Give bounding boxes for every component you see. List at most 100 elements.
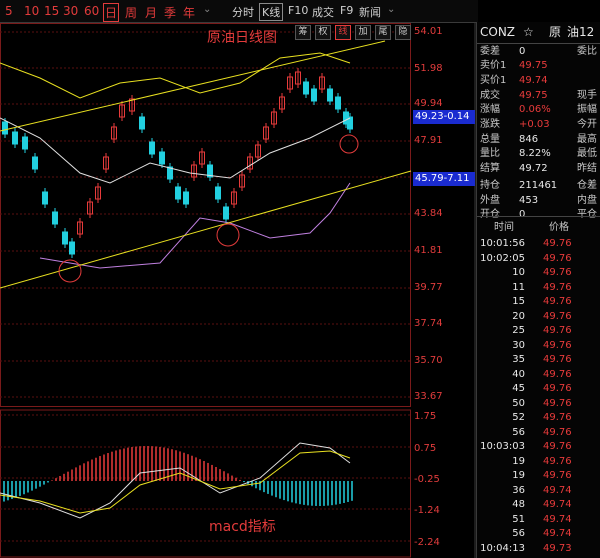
- candle-body: [52, 211, 58, 225]
- trade-price: 49.76: [543, 267, 572, 278]
- candle-body: [183, 191, 189, 205]
- candle-body: [303, 81, 309, 95]
- trade-time: 56: [512, 426, 525, 438]
- trade-time: 30: [512, 339, 525, 351]
- candle-body: [149, 141, 155, 155]
- intraday-button[interactable]: 分时: [232, 4, 254, 20]
- star-icon[interactable]: ☆: [523, 25, 534, 39]
- tool-hide-button[interactable]: 隐: [395, 25, 411, 40]
- candle-body: [2, 121, 8, 135]
- quote-value: 49.74: [519, 75, 548, 86]
- period-season[interactable]: 季: [164, 4, 176, 21]
- quote-row: 结算 49.72 昨结: [477, 162, 600, 176]
- period-30min[interactable]: 30: [63, 4, 78, 18]
- tool-add-button[interactable]: 加: [355, 25, 371, 40]
- quote-label: 量比: [480, 148, 500, 159]
- trade-row: 11 49.76: [477, 281, 600, 295]
- quote-row: 持仓 211461 仓差: [477, 179, 600, 193]
- macd-tick: -1.24: [414, 505, 440, 516]
- symbol-contract: 油12: [567, 25, 595, 39]
- period-60min[interactable]: 60: [84, 4, 99, 18]
- quote-label: 涨幅: [480, 104, 500, 115]
- trade-row: 15 49.76: [477, 295, 600, 309]
- trade-price: 49.76: [543, 310, 572, 322]
- news-button[interactable]: 新闻: [359, 4, 381, 20]
- trade-row: 10:02:05 49.76: [477, 252, 600, 266]
- trade-price: 49.76: [543, 238, 572, 249]
- trade-time: 25: [512, 325, 525, 336]
- quote-label: 外盘: [480, 195, 500, 206]
- f10-button[interactable]: F10: [288, 4, 308, 17]
- candle-body: [62, 231, 68, 245]
- price-pane-frame: [0, 23, 411, 407]
- candle-body: [215, 186, 221, 200]
- quote-row: 量比 8.22% 最低: [477, 147, 600, 161]
- period-10min[interactable]: 10: [24, 4, 39, 18]
- quote-value: 0: [519, 209, 526, 220]
- chevron-down-icon[interactable]: ⌄: [203, 4, 211, 15]
- period-5min[interactable]: 5: [5, 4, 13, 18]
- f9-button[interactable]: F9: [340, 4, 353, 17]
- candle-body: [32, 156, 38, 170]
- trade-row: 35 49.76: [477, 353, 600, 367]
- quote-value: 0: [519, 46, 526, 57]
- trade-price: 49.76: [543, 441, 572, 452]
- tool-rights-button[interactable]: 权: [315, 25, 331, 40]
- quote-row: 开仓 0 平仓: [477, 208, 600, 222]
- tool-tail-button[interactable]: 尾: [375, 25, 391, 40]
- trades-button[interactable]: 成交: [312, 4, 334, 20]
- trade-row: 36 49.74: [477, 484, 600, 498]
- kline-button[interactable]: K线: [259, 3, 284, 21]
- price-tick: 54.01: [414, 26, 443, 37]
- ma-line-purple: [39, 182, 351, 269]
- candle-body: [42, 191, 48, 205]
- quote-label: 成交: [480, 90, 500, 101]
- trade-row: 51 49.74: [477, 513, 600, 527]
- trend-line-upper: [0, 40, 386, 132]
- trade-price: 49.74: [543, 484, 572, 496]
- price-tick: 37.74: [414, 318, 443, 329]
- quote-row: 总量 846 最高: [477, 133, 600, 147]
- trade-time: 11: [512, 281, 525, 293]
- chevron-down-icon[interactable]: ⌄: [387, 4, 395, 15]
- candle-body: [311, 88, 317, 102]
- trade-price: 49.76: [543, 383, 572, 394]
- quote-label: 涨跌: [480, 119, 500, 130]
- price-tick: 41.81: [414, 245, 443, 256]
- quote-extra-label: 最低: [577, 148, 597, 159]
- trade-time: 48: [512, 499, 525, 510]
- trade-price: 49.76: [543, 325, 572, 336]
- trade-price: 49.76: [543, 397, 572, 409]
- period-toolbar: 5 10 15 30 60 日 周 月 季 年 ⌄ 分时 K线 F10 成交 F…: [0, 0, 478, 23]
- trade-time: 19: [512, 470, 525, 481]
- period-15min[interactable]: 15: [44, 4, 59, 18]
- tool-chips-button[interactable]: 筹: [295, 25, 311, 40]
- period-year[interactable]: 年: [183, 4, 195, 21]
- macd-dea-line: [0, 450, 351, 514]
- macd-title: macd指标: [209, 519, 276, 535]
- quote-label: 开仓: [480, 209, 500, 220]
- quote-extra-label: 现手: [577, 90, 597, 101]
- trade-row: 19 49.76: [477, 469, 600, 483]
- trade-price: 49.74: [543, 499, 572, 510]
- trade-row: 45 49.76: [477, 382, 600, 396]
- trade-row: 10:01:56 49.76: [477, 237, 600, 251]
- highlight-circle: [339, 134, 359, 154]
- tool-line-button[interactable]: 线: [335, 25, 351, 40]
- quote-extra-label: 委比: [577, 46, 597, 57]
- quote-value: 49.75: [519, 60, 548, 71]
- kline-chart[interactable]: [0, 23, 476, 558]
- quote-value: 846: [519, 134, 539, 145]
- quote-value: 49.75: [519, 90, 548, 101]
- period-week[interactable]: 周: [125, 4, 137, 21]
- price-tick: 39.77: [414, 282, 443, 293]
- trade-row: 10:04:13 49.73: [477, 542, 600, 556]
- quote-label: 卖价1: [480, 60, 507, 71]
- macd-tick: -2.24: [414, 537, 440, 548]
- trade-row: 10 49.76: [477, 266, 600, 280]
- price-label-lower: 45.79-7.11: [413, 172, 475, 186]
- period-day[interactable]: 日: [103, 3, 120, 22]
- trade-price: 49.76: [543, 368, 572, 380]
- period-month[interactable]: 月: [145, 4, 157, 21]
- trade-price: 49.76: [543, 426, 572, 438]
